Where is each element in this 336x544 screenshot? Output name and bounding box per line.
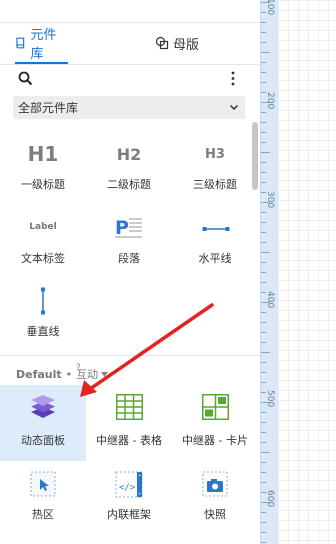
annotation-arrow	[80, 303, 214, 397]
